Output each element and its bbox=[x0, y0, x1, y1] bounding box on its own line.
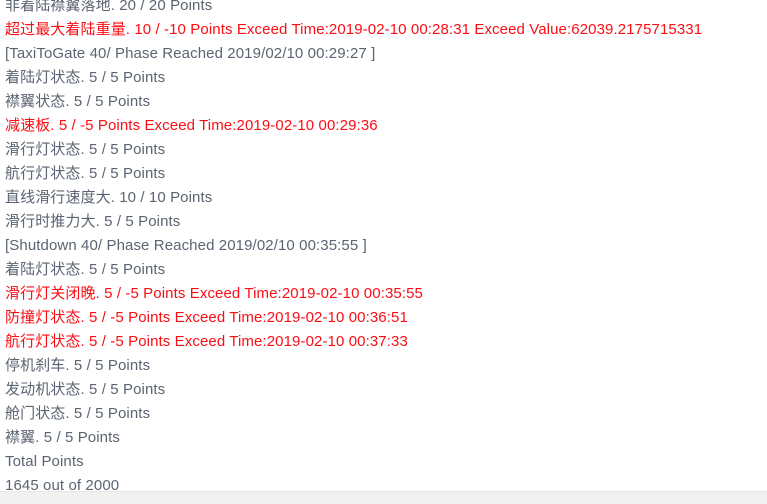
flight-score-report-panel: 非着陆襟翼落地. 20 / 20 Points 超过最大着陆重量. 10 / -1… bbox=[0, 0, 767, 504]
score-line: 航行灯状态. 5 / 5 Points bbox=[5, 165, 166, 182]
score-line: 着陆灯状态. 5 / 5 Points bbox=[5, 69, 166, 86]
score-line: 航行灯状态. 5 / -5 Points Exceed Time:2019-02… bbox=[5, 333, 408, 350]
score-line: [TaxiToGate 40/ Phase Reached 2019/02/10… bbox=[5, 45, 376, 62]
footer-band bbox=[0, 491, 767, 504]
score-line: [Shutdown 40/ Phase Reached 2019/02/10 0… bbox=[5, 237, 367, 254]
score-line: 超过最大着陆重量. 10 / -10 Points Exceed Time:20… bbox=[5, 21, 703, 38]
score-line: 直线滑行速度大. 10 / 10 Points bbox=[5, 189, 213, 206]
score-line: 非着陆襟翼落地. 20 / 20 Points bbox=[5, 0, 213, 14]
score-line: 舱门状态. 5 / 5 Points bbox=[5, 405, 151, 422]
score-line: 襟翼状态. 5 / 5 Points bbox=[5, 93, 151, 110]
score-line: 滑行时推力大. 5 / 5 Points bbox=[5, 213, 181, 230]
score-line: 襟翼. 5 / 5 Points bbox=[5, 429, 120, 446]
score-line: 发动机状态. 5 / 5 Points bbox=[5, 381, 166, 398]
score-line: 防撞灯状态. 5 / -5 Points Exceed Time:2019-02… bbox=[5, 309, 408, 326]
score-line-list: 非着陆襟翼落地. 20 / 20 Points 超过最大着陆重量. 10 / -1… bbox=[0, 0, 767, 498]
score-line: 着陆灯状态. 5 / 5 Points bbox=[5, 261, 166, 278]
score-line: Total Points bbox=[5, 453, 84, 470]
score-line: 滑行灯关闭晚. 5 / -5 Points Exceed Time:2019-0… bbox=[5, 285, 423, 302]
score-line: 滑行灯状态. 5 / 5 Points bbox=[5, 141, 166, 158]
score-line: 停机刹车. 5 / 5 Points bbox=[5, 357, 151, 374]
score-line: 减速板. 5 / -5 Points Exceed Time:2019-02-1… bbox=[5, 117, 378, 134]
